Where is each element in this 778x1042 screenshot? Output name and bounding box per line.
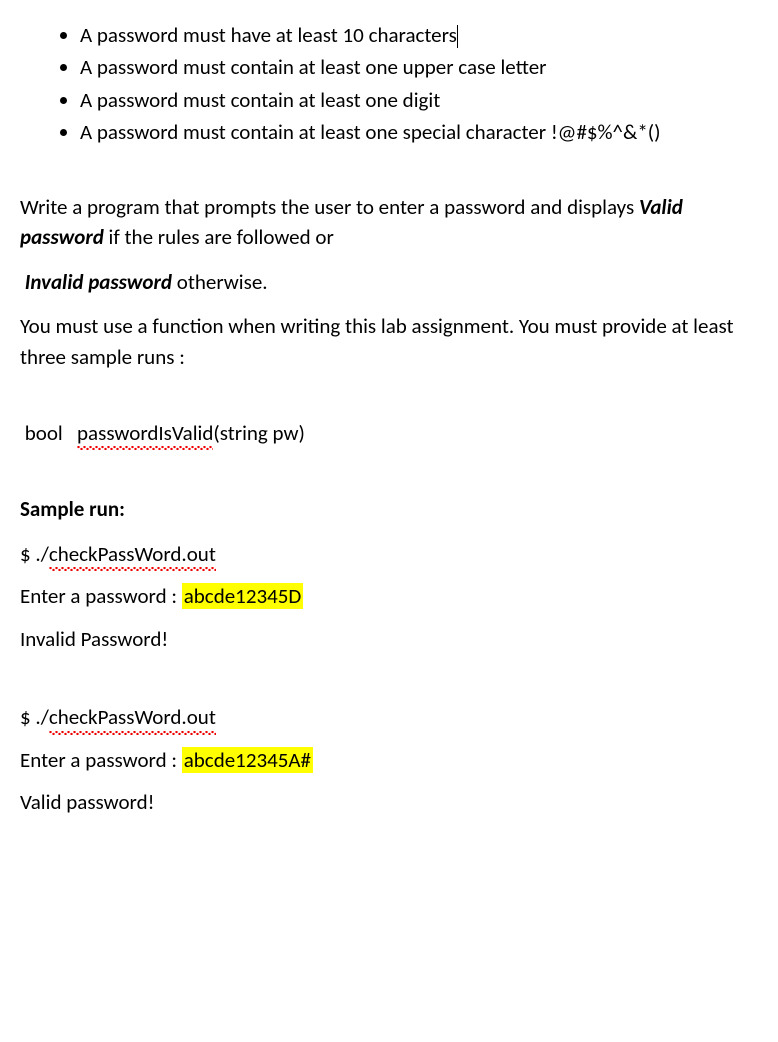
fn-params: (string pw) (213, 420, 305, 446)
result-line: Invalid Password! (20, 624, 758, 654)
rule-item: A password must contain at least one spe… (80, 117, 758, 147)
prompt-label: Enter a password : (20, 747, 182, 773)
rule-item: A password must contain at least one upp… (80, 52, 758, 82)
password-input: abcde12345D (182, 583, 304, 609)
function-signature: bool passwordIsValid(string pw) (20, 418, 758, 448)
rule-text: A password must contain at least one spe… (80, 119, 661, 145)
password-rules-list: A password must have at least 10 charact… (20, 20, 758, 148)
cmd-prefix: $ ./ (20, 541, 49, 567)
instruction-paragraph-1: Write a program that prompts the user to… (20, 192, 758, 253)
command-line: $ ./checkPassWord.out (20, 702, 758, 732)
rule-text: A password must contain at least one upp… (80, 54, 547, 80)
instruction-text: Write a program that prompts the user to… (20, 194, 639, 220)
rule-item: A password must contain at least one dig… (80, 85, 758, 115)
rule-text: A password must contain at least one dig… (80, 87, 440, 113)
text-cursor (457, 25, 458, 48)
executable-name: checkPassWord.out (49, 539, 216, 569)
result-line: Valid password! (20, 787, 758, 817)
fn-name: passwordIsValid (77, 418, 213, 448)
rule-item: A password must have at least 10 charact… (80, 20, 758, 50)
password-input: abcde12345A# (182, 747, 313, 773)
sample-run-block: $ ./checkPassWord.out Enter a password :… (20, 702, 758, 817)
executable-name: checkPassWord.out (49, 702, 216, 732)
password-prompt-line: Enter a password : abcde12345A# (20, 745, 758, 775)
instruction-text: if the rules are followed or (104, 224, 334, 250)
function-requirement: You must use a function when writing thi… (20, 311, 758, 372)
invalid-password-label: Invalid password (25, 269, 172, 295)
command-line: $ ./checkPassWord.out (20, 539, 758, 569)
rule-text: A password must have at least 10 charact… (80, 22, 457, 48)
instruction-text: otherwise. (172, 269, 268, 295)
fn-return-type: bool (25, 420, 63, 446)
instruction-paragraph-2: Invalid password otherwise. (20, 267, 758, 297)
prompt-label: Enter a password : (20, 583, 182, 609)
sample-run-block: $ ./checkPassWord.out Enter a password :… (20, 539, 758, 654)
cmd-prefix: $ ./ (20, 704, 49, 730)
password-prompt-line: Enter a password : abcde12345D (20, 581, 758, 611)
sample-run-heading: Sample run: (20, 494, 758, 524)
